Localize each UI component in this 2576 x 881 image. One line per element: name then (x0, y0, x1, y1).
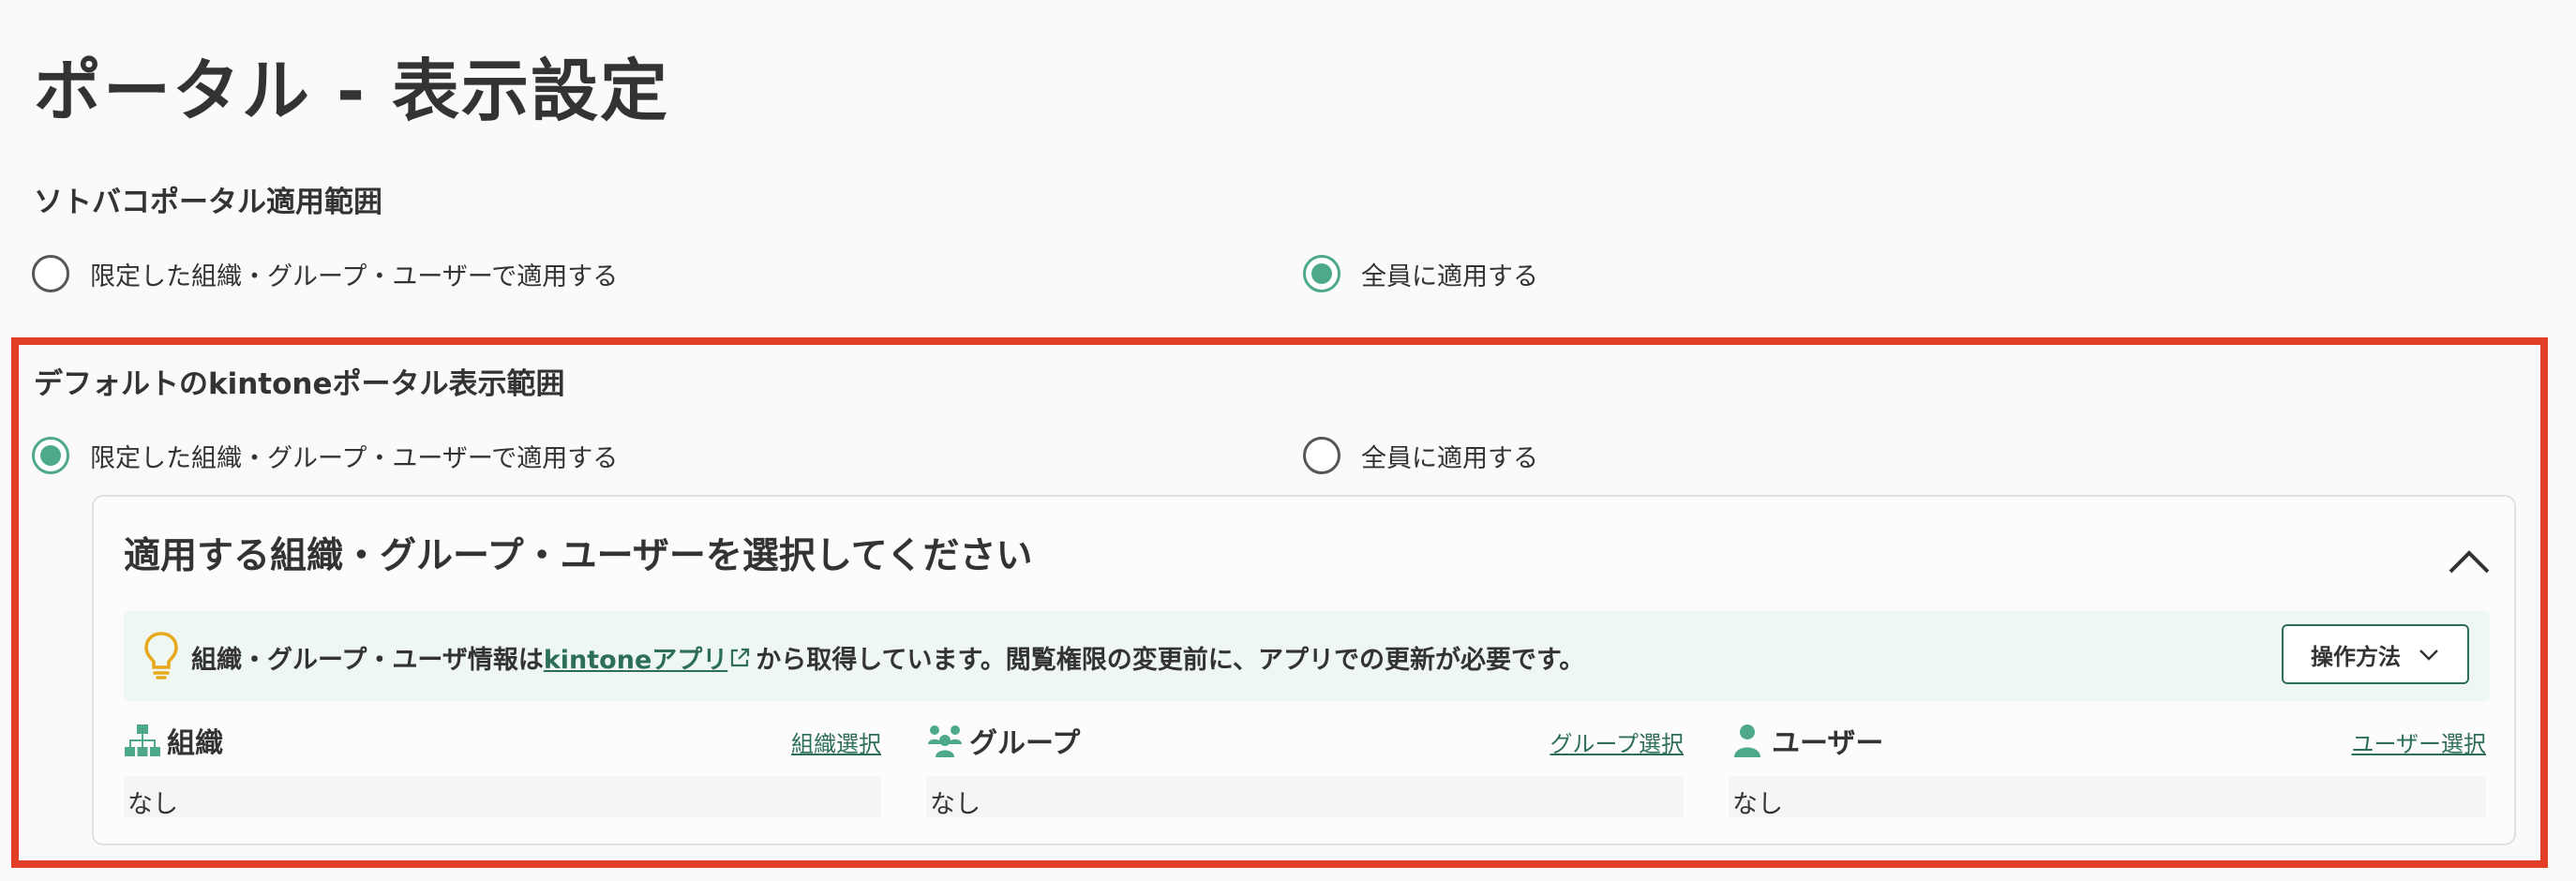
howto-label: 操作方法 (2311, 643, 2401, 670)
sotobako-everyone-radio[interactable]: 全員に適用する (1303, 255, 1538, 292)
radio-checked-icon (32, 437, 69, 474)
radio-label: 限定した組織・グループ・ユーザーで適用する (90, 261, 619, 291)
users-header: ユーザー (1729, 720, 1883, 761)
radio-label: 限定した組織・グループ・ユーザーで適用する (90, 443, 619, 473)
radio-label: 全員に適用する (1361, 443, 1538, 473)
lightbulb-icon (144, 632, 178, 679)
organizations-header: 組織 (124, 720, 223, 761)
card-title: 適用する組織・グループ・ユーザーを選択してください (124, 535, 1033, 577)
radio-checked-icon (1303, 255, 1340, 292)
groups-value: なし (926, 776, 1684, 819)
groups-column: グループ グループ選択 なし (926, 720, 1684, 823)
kintone-everyone-radio[interactable]: 全員に適用する (1303, 437, 1538, 474)
users-column: ユーザー ユーザー選択 なし (1729, 720, 2486, 823)
group-icon (928, 725, 962, 757)
select-targets-card: 適用する組織・グループ・ユーザーを選択してください 組織・グループ・ユーザ情報は… (92, 495, 2516, 845)
radio-unchecked-icon (1303, 437, 1340, 474)
organizations-column: 組織 組織選択 なし (124, 720, 881, 823)
sotobako-scope-heading: ソトバコポータル適用範囲 (34, 186, 382, 219)
chevron-down-icon (2419, 650, 2438, 661)
kintone-limited-radio[interactable]: 限定した組織・グループ・ユーザーで適用する (32, 437, 618, 474)
organizations-value: なし (124, 776, 881, 819)
info-text-after: から取得しています。閲覧権限の変更前に、アプリでの更新が必要です。 (756, 646, 1585, 675)
select-organizations-link[interactable]: 組織選択 (791, 725, 881, 758)
howto-dropdown-button[interactable]: 操作方法 (2282, 624, 2469, 684)
kintone-scope-heading: デフォルトのkintoneポータル表示範囲 (34, 367, 565, 401)
users-value: なし (1729, 776, 2486, 819)
groups-header: グループ (926, 720, 1080, 761)
select-groups-link[interactable]: グループ選択 (1550, 725, 1684, 758)
info-banner: 組織・グループ・ユーザ情報はkintoneアプリ から取得しています。閲覧権限の… (124, 611, 2490, 701)
chevron-up-icon (2449, 550, 2490, 574)
user-icon (1734, 724, 1760, 757)
users-label: ユーザー (1772, 727, 1884, 760)
groups-label: グループ (969, 727, 1081, 760)
org-tree-icon (125, 724, 160, 756)
external-link-icon (731, 648, 750, 667)
sotobako-limited-radio[interactable]: 限定した組織・グループ・ユーザーで適用する (32, 255, 618, 292)
radio-unchecked-icon (32, 255, 69, 292)
page-title: ポータル - 表示設定 (34, 52, 670, 130)
radio-label: 全員に適用する (1361, 261, 1538, 291)
kintone-app-link[interactable]: kintoneアプリ (544, 646, 727, 675)
collapse-button[interactable] (2447, 538, 2492, 583)
organizations-label: 組織 (167, 727, 223, 760)
info-text: 組織・グループ・ユーザ情報はkintoneアプリ から取得しています。閲覧権限の… (191, 639, 1584, 676)
info-text-before: 組織・グループ・ユーザ情報は (191, 646, 544, 675)
select-users-link[interactable]: ユーザー選択 (2351, 725, 2486, 758)
portal-display-settings-page: ポータル - 表示設定 ソトバコポータル適用範囲 限定した組織・グループ・ユーザ… (0, 0, 2576, 881)
